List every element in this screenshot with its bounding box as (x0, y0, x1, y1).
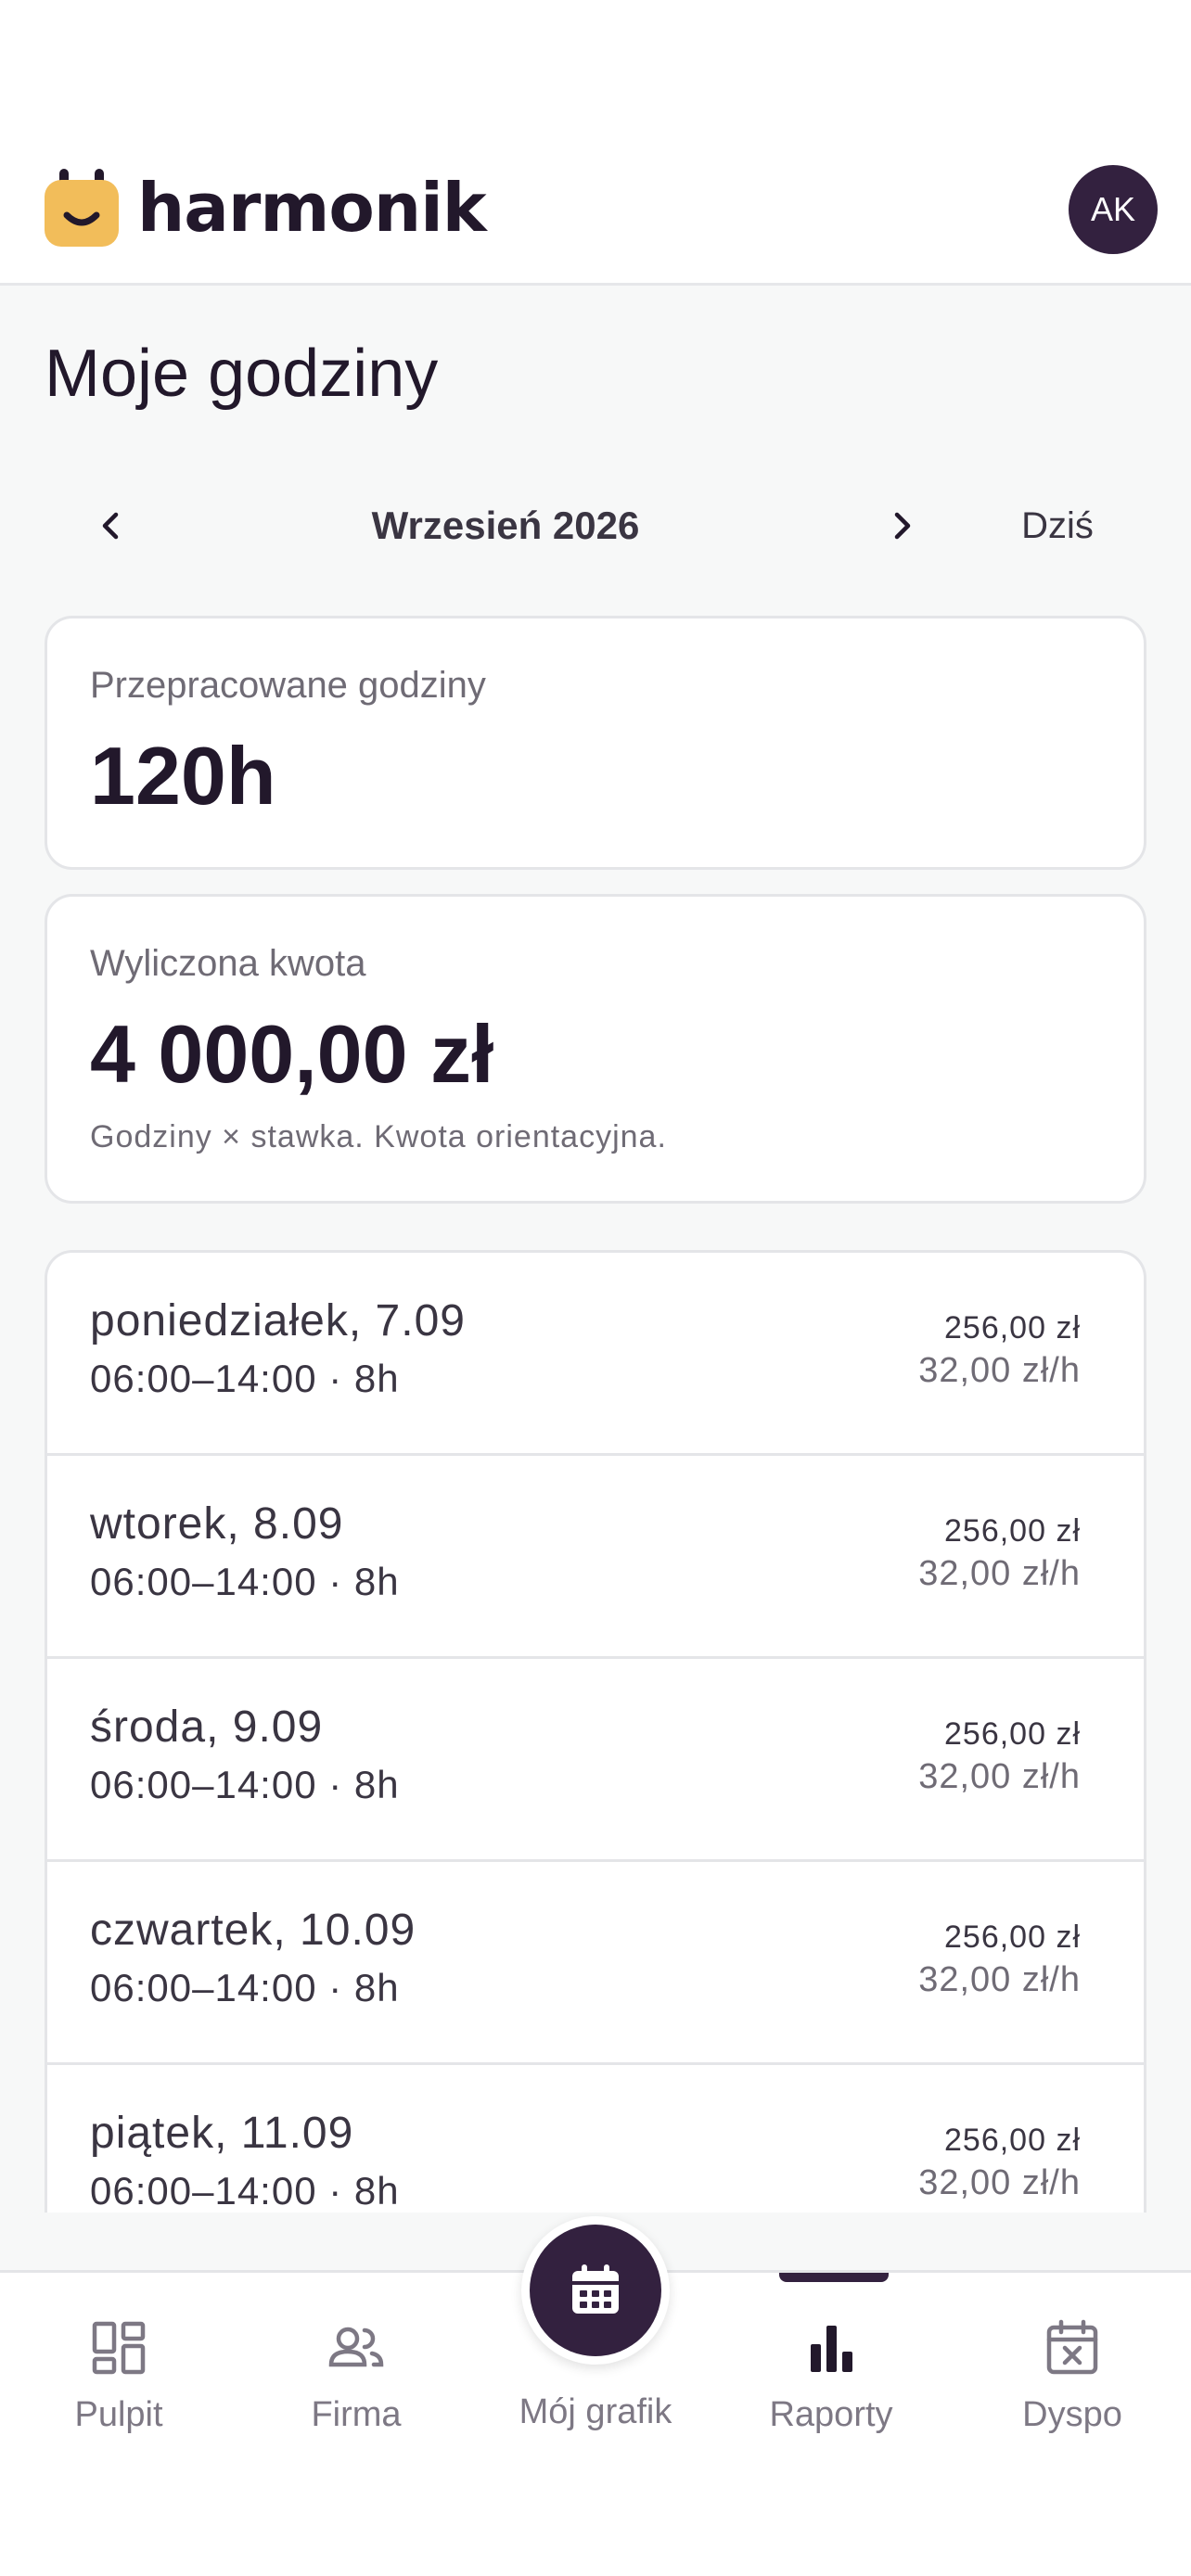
month-label: Wrzesień 2026 (371, 504, 640, 547)
calendar-x-icon (1042, 2317, 1103, 2378)
brand-logo[interactable]: harmonik (45, 169, 487, 247)
list-item[interactable]: czwartek, 10.09 06:00–14:00 · 8h 256,00 … (47, 1862, 1144, 2065)
top-bar: harmonik AK (0, 0, 1191, 286)
entry-amount: 256,00 zł (944, 1716, 1081, 1752)
entry-day: poniedziałek, 7.09 (90, 1296, 466, 1345)
entry-time: 06:00–14:00 · 8h (90, 1560, 400, 1603)
entry-time: 06:00–14:00 · 8h (90, 1357, 400, 1400)
entry-time: 06:00–14:00 · 8h (90, 1966, 400, 2009)
entry-amount: 256,00 zł (944, 2123, 1081, 2158)
entry-rate: 32,00 zł/h (918, 1351, 1081, 1390)
nav-label: Raporty (769, 2395, 893, 2434)
list-item[interactable]: wtorek, 8.09 06:00–14:00 · 8h 256,00 zł … (47, 1456, 1144, 1659)
chevron-right-icon (894, 512, 911, 540)
entry-rate: 32,00 zł/h (918, 1554, 1081, 1593)
entry-day: piątek, 11.09 (90, 2109, 354, 2158)
list-item[interactable]: środa, 9.09 06:00–14:00 · 8h 256,00 zł 3… (47, 1659, 1144, 1862)
entries-list: poniedziałek, 7.09 06:00–14:00 · 8h 256,… (45, 1250, 1146, 2213)
brand-name: harmonik (137, 169, 487, 247)
hours-label: Przepracowane godziny (90, 665, 486, 706)
entry-amount: 256,00 zł (944, 1919, 1081, 1955)
entry-day: środa, 9.09 (90, 1702, 324, 1752)
next-month-button[interactable] (868, 491, 937, 560)
nav-item-pulpit[interactable]: Pulpit (0, 2273, 237, 2495)
smiley-plug-icon (45, 169, 119, 247)
chevron-left-icon (102, 512, 119, 540)
entry-day: wtorek, 8.09 (90, 1499, 344, 1549)
previous-month-button[interactable] (76, 491, 145, 560)
dashboard-icon (88, 2317, 149, 2378)
avatar[interactable]: AK (1069, 165, 1158, 254)
amount-card: Wyliczona kwota 4 000,00 zł Godziny × st… (45, 894, 1146, 1204)
entry-amount: 256,00 zł (944, 1513, 1081, 1549)
nav-label: Pulpit (74, 2395, 163, 2434)
entry-time: 06:00–14:00 · 8h (90, 2169, 400, 2213)
hours-value: 120h (90, 730, 276, 822)
my-schedule-button[interactable] (521, 2216, 670, 2365)
users-icon (326, 2317, 387, 2378)
entry-rate: 32,00 zł/h (918, 1960, 1081, 1999)
nav-item-firma[interactable]: Firma (237, 2273, 475, 2495)
bar-chart-icon (800, 2317, 862, 2378)
amount-note: Godziny × stawka. Kwota orientacyjna. (90, 1119, 667, 1154)
list-item[interactable]: poniedziałek, 7.09 06:00–14:00 · 8h 256,… (47, 1253, 1144, 1456)
page-title: Moje godziny (45, 337, 439, 411)
nav-item-dyspo[interactable]: Dyspo (954, 2273, 1191, 2495)
list-item[interactable]: piątek, 11.09 06:00–14:00 · 8h 256,00 zł… (47, 2065, 1144, 2213)
nav-item-raporty[interactable]: Raporty (712, 2273, 950, 2495)
entry-rate: 32,00 zł/h (918, 1757, 1081, 1796)
nav-label: Dyspo (1022, 2395, 1122, 2434)
month-navigation: Wrzesień 2026 Dziś (0, 491, 1191, 560)
entry-rate: 32,00 zł/h (918, 2163, 1081, 2202)
nav-label: Firma (311, 2395, 402, 2434)
entry-day: czwartek, 10.09 (90, 1906, 416, 1955)
hours-card: Przepracowane godziny 120h (45, 616, 1146, 870)
today-button[interactable]: Dziś (1002, 491, 1113, 560)
entry-amount: 256,00 zł (944, 1310, 1081, 1345)
entry-time: 06:00–14:00 · 8h (90, 1763, 400, 1806)
amount-label: Wyliczona kwota (90, 943, 366, 984)
amount-value: 4 000,00 zł (90, 1008, 494, 1100)
nav-label-my-schedule: Mój grafik (519, 2392, 672, 2431)
calendar-icon (572, 2264, 619, 2314)
